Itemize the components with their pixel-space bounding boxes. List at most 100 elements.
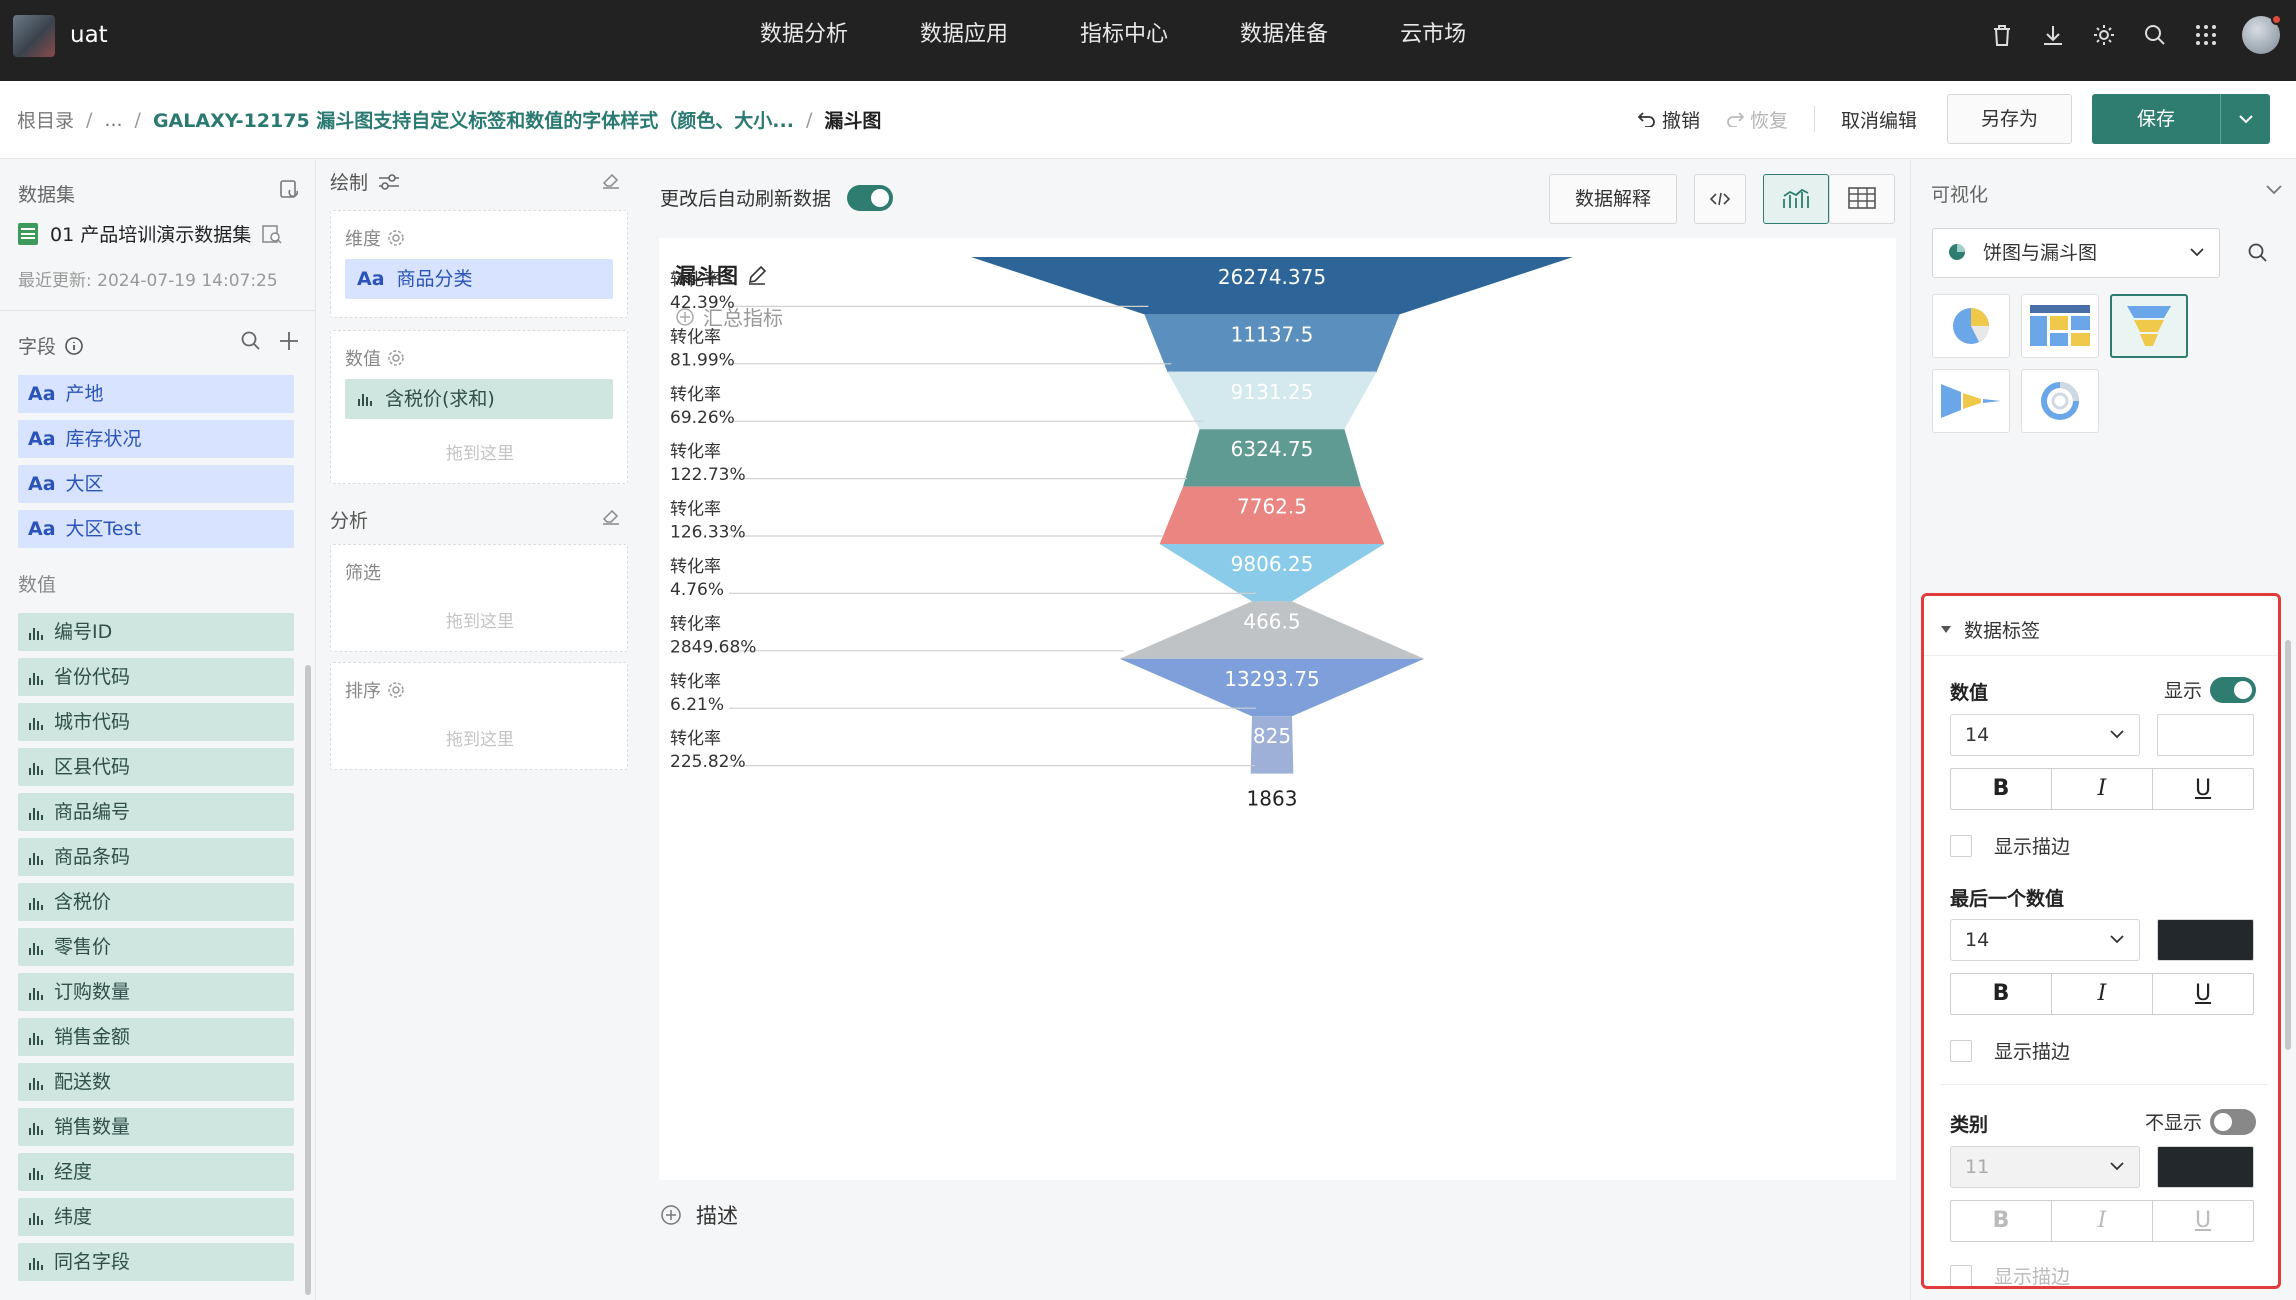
user-avatar[interactable] [2242, 14, 2282, 54]
value-font-size-select[interactable]: 14 [1950, 714, 2140, 756]
field-measure[interactable]: 同名字段 [18, 1243, 294, 1281]
gear-icon[interactable] [387, 681, 405, 699]
field-scrollbar[interactable] [305, 665, 311, 1295]
eraser-icon[interactable] [601, 170, 621, 194]
category-font-size-select[interactable]: 11 [1950, 1146, 2140, 1188]
eraser-icon[interactable] [601, 506, 621, 530]
breadcrumb-root[interactable]: 根目录 [17, 106, 74, 133]
bold-button[interactable]: B [1951, 1201, 2052, 1241]
apps-grid-icon[interactable] [2191, 20, 2221, 50]
nav-data-prep[interactable]: 数据准备 [1240, 0, 1328, 81]
value-dropzone[interactable]: 数值 含税价(求和) 拖到这里 [330, 330, 628, 484]
field-measure[interactable]: 销售数量 [18, 1108, 294, 1146]
category-show-toggle[interactable] [2210, 1108, 2256, 1135]
dimension-dropzone[interactable]: 维度 Aa 商品分类 [330, 210, 628, 318]
category-stroke-checkbox[interactable]: 显示描边 [1950, 1262, 2070, 1286]
checkbox[interactable] [1950, 1039, 1972, 1062]
field-measure[interactable]: 商品编号 [18, 793, 294, 831]
breadcrumb-parent[interactable]: GALAXY-12175 漏斗图支持自定义标签和数值的字体样式（颜色、大小... [153, 106, 794, 133]
save-as-button[interactable]: 另存为 [1946, 94, 2072, 144]
data-label-header[interactable]: 数据标签 [1940, 616, 2040, 643]
italic-button[interactable]: I [2052, 974, 2153, 1014]
last-value-stroke-checkbox[interactable]: 显示描边 [1950, 1037, 2070, 1064]
chevron-down-icon[interactable] [2266, 180, 2282, 199]
field-dimension[interactable]: Aa 大区Test [18, 510, 294, 548]
filter-dropzone[interactable]: 筛选 拖到这里 [330, 544, 628, 652]
checkbox[interactable] [1950, 1264, 1972, 1286]
ring-chart-type[interactable] [2021, 369, 2099, 433]
search-icon[interactable] [2247, 242, 2269, 268]
trash-icon[interactable] [1987, 20, 2017, 50]
field-measure[interactable]: 配送数 [18, 1063, 294, 1101]
nav-data-apps[interactable]: 数据应用 [920, 0, 1008, 81]
funnel-chart-type[interactable] [2110, 294, 2188, 358]
field-measure[interactable]: 订购数量 [18, 973, 294, 1011]
field-measure[interactable]: 区县代码 [18, 748, 294, 786]
nav-metrics-center[interactable]: 指标中心 [1080, 0, 1168, 81]
chart-category-select[interactable]: 饼图与漏斗图 [1932, 228, 2220, 278]
checkbox[interactable] [1950, 834, 1972, 857]
swap-dataset-icon[interactable] [278, 178, 300, 204]
search-icon[interactable] [240, 330, 262, 356]
field-dimension[interactable]: Aa 库存状况 [18, 420, 294, 458]
field-measure[interactable]: 经度 [18, 1153, 294, 1191]
nav-data-analysis[interactable]: 数据分析 [760, 0, 848, 81]
value-stroke-checkbox[interactable]: 显示描边 [1950, 832, 2070, 859]
italic-button[interactable]: I [2052, 1201, 2153, 1241]
dimension-chip[interactable]: Aa 商品分类 [345, 259, 613, 299]
undo-button[interactable]: 撤销 [1637, 106, 1700, 133]
field-measure[interactable]: 纬度 [18, 1198, 294, 1236]
value-chip[interactable]: 含税价(求和) [345, 379, 613, 419]
dimension-chip-label: 商品分类 [396, 268, 473, 290]
sliders-icon[interactable] [378, 173, 400, 191]
field-dimension[interactable]: Aa 产地 [18, 375, 294, 413]
bold-button[interactable]: B [1951, 974, 2052, 1014]
chart-view-button[interactable] [1763, 174, 1829, 224]
table-view-button[interactable] [1829, 174, 1895, 224]
add-field-icon[interactable] [278, 330, 300, 356]
field-measure[interactable]: 含税价 [18, 883, 294, 921]
download-icon[interactable] [2038, 20, 2068, 50]
pie-chart-type[interactable] [1932, 294, 2010, 358]
search-icon[interactable] [2140, 20, 2170, 50]
cancel-edit-button[interactable]: 取消编辑 [1841, 106, 1917, 133]
field-measure[interactable]: 商品条码 [18, 838, 294, 876]
field-measure[interactable]: 编号ID [18, 613, 294, 651]
underline-button[interactable]: U [2153, 974, 2253, 1014]
gear-icon[interactable] [387, 229, 405, 247]
dataset-row[interactable]: 01 产品培训演示数据集 [18, 220, 283, 247]
bold-button[interactable]: B [1951, 769, 2052, 809]
underline-button[interactable]: U [2153, 769, 2253, 809]
field-measure[interactable]: 城市代码 [18, 703, 294, 741]
horizontal-funnel-type[interactable] [1932, 369, 2010, 433]
field-measure[interactable]: 省份代码 [18, 658, 294, 696]
field-measure[interactable]: 零售价 [18, 928, 294, 966]
preview-icon[interactable] [261, 223, 283, 245]
save-dropdown-button[interactable] [2220, 94, 2270, 144]
category-color-picker[interactable] [2157, 1146, 2254, 1188]
auto-refresh-toggle[interactable] [847, 184, 894, 211]
describe-row[interactable]: 描述 [660, 1200, 738, 1230]
sort-dropzone[interactable]: 排序 拖到这里 [330, 662, 628, 770]
breadcrumb-ellipsis[interactable]: ... [104, 109, 122, 131]
value-show-toggle[interactable] [2210, 676, 2256, 703]
app-logo[interactable] [13, 15, 55, 57]
value-color-picker[interactable] [2157, 714, 2254, 756]
code-view-button[interactable] [1694, 174, 1746, 224]
info-icon[interactable] [64, 336, 84, 356]
last-value-color-picker[interactable] [2157, 919, 2254, 961]
gear-icon[interactable] [2089, 20, 2119, 50]
underline-button[interactable]: U [2153, 1201, 2253, 1241]
italic-button[interactable]: I [2052, 769, 2153, 809]
field-measure[interactable]: 销售金额 [18, 1018, 294, 1056]
plus-circle-icon [661, 1205, 681, 1225]
nav-cloud-market[interactable]: 云市场 [1400, 0, 1466, 81]
gear-icon[interactable] [387, 349, 405, 367]
last-value-font-size-select[interactable]: 14 [1950, 919, 2140, 961]
save-button[interactable]: 保存 [2092, 94, 2220, 144]
redo-button[interactable]: 恢复 [1726, 106, 1788, 133]
table-chart-type[interactable] [2021, 294, 2099, 358]
field-dimension[interactable]: Aa 大区 [18, 465, 294, 503]
data-explain-button[interactable]: 数据解释 [1549, 174, 1677, 224]
panel-scrollbar[interactable] [2285, 640, 2291, 1050]
